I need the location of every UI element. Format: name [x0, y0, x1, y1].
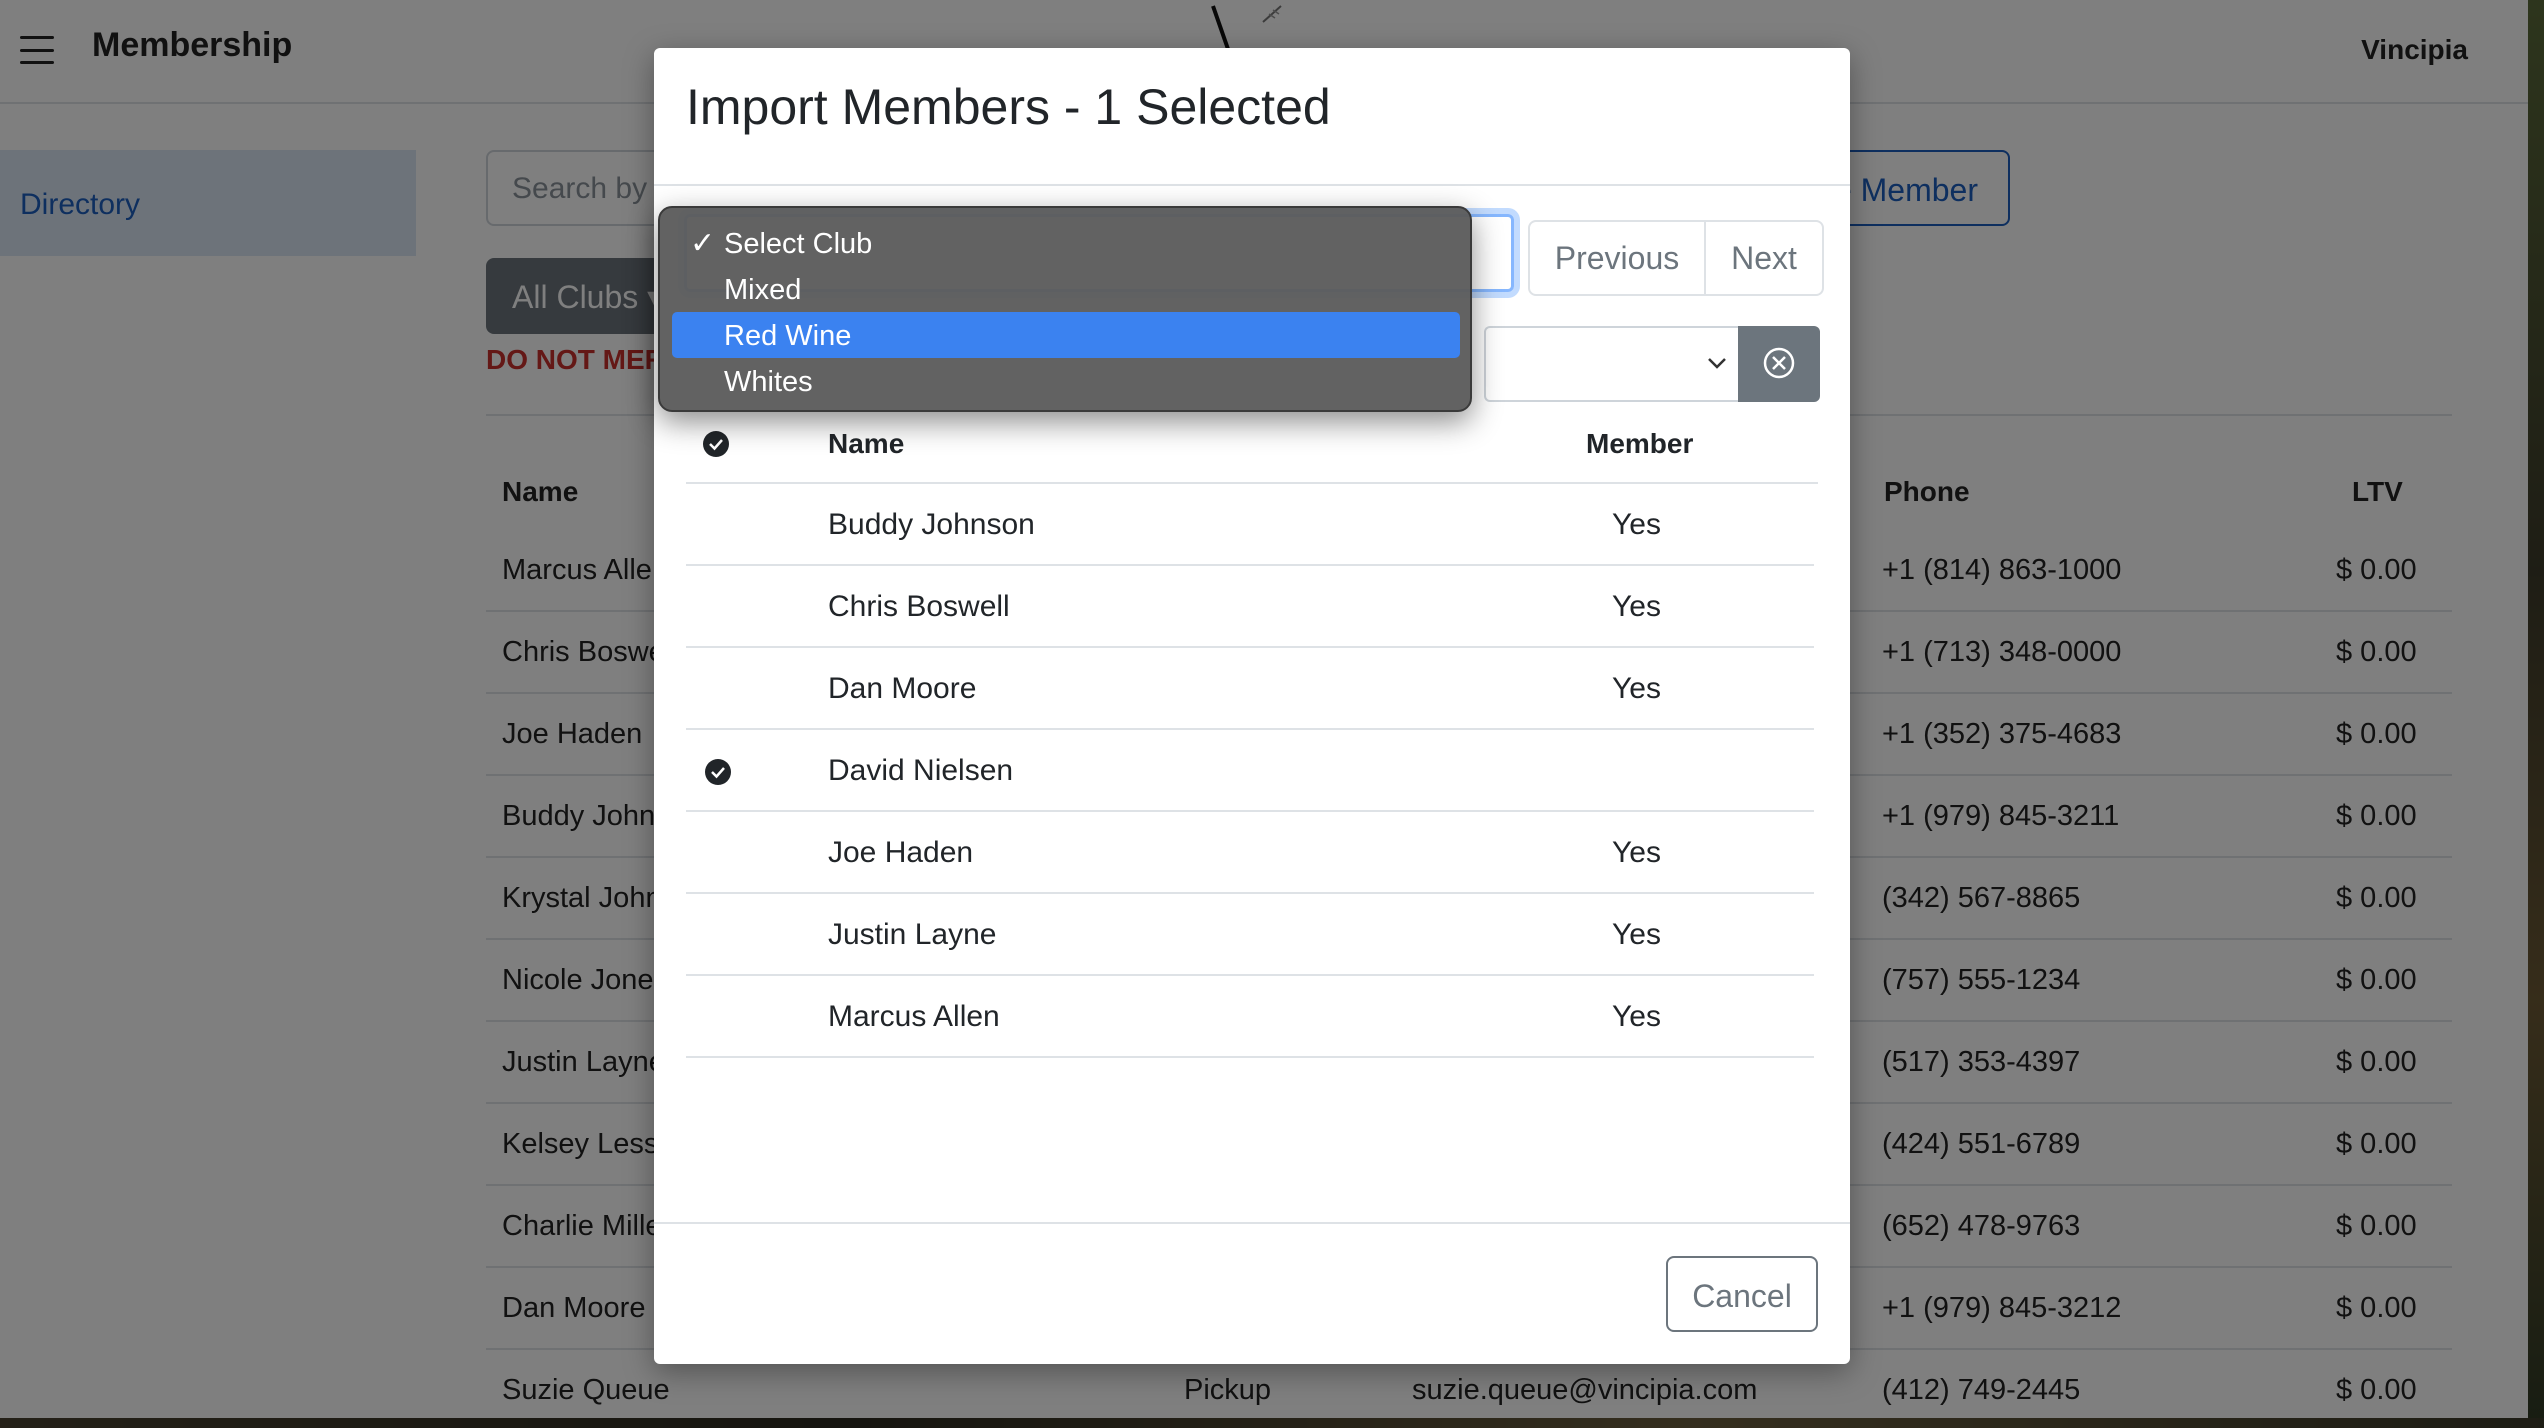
- member-status: Yes: [1612, 590, 1661, 623]
- member-name: Joe Haden: [828, 836, 974, 869]
- clear-circle-x-icon: [1763, 347, 1795, 379]
- list-item[interactable]: Joe Haden Yes: [686, 812, 1814, 894]
- modal-footer-divider: [654, 1222, 1850, 1224]
- dropdown-option-label: Whites: [724, 366, 813, 398]
- list-item[interactable]: Buddy Johnson Yes: [686, 484, 1814, 566]
- list-item[interactable]: David Nielsen: [686, 730, 1814, 812]
- member-status: Yes: [1612, 508, 1661, 541]
- pagination: Previous Next: [1528, 220, 1824, 296]
- dropdown-option[interactable]: ✓ Select Club: [672, 220, 1460, 266]
- dropdown-option[interactable]: Whites: [672, 358, 1460, 404]
- dropdown-option[interactable]: Red Wine: [672, 312, 1460, 358]
- previous-button[interactable]: Previous: [1530, 222, 1706, 294]
- checkmark-icon: ✓: [690, 227, 716, 260]
- dropdown-option-label: Select Club: [724, 228, 873, 260]
- cancel-button[interactable]: Cancel: [1666, 1256, 1818, 1332]
- member-name: David Nielsen: [828, 754, 1014, 787]
- selected-check-icon[interactable]: [704, 758, 732, 786]
- member-status: Yes: [1612, 1000, 1661, 1033]
- modal-column-header-member[interactable]: Member: [1586, 428, 1693, 460]
- dropdown-option-label: Mixed: [724, 274, 802, 306]
- list-item[interactable]: Dan Moore Yes: [686, 648, 1814, 730]
- chevron-down-icon: [1708, 358, 1726, 369]
- clear-filter-button[interactable]: [1738, 326, 1820, 402]
- list-item[interactable]: Marcus Allen Yes: [686, 976, 1814, 1058]
- filter-select[interactable]: [1484, 326, 1754, 402]
- member-status: Yes: [1612, 672, 1661, 705]
- next-button[interactable]: Next: [1706, 222, 1822, 294]
- member-name: Chris Boswell: [828, 590, 1010, 623]
- modal-title: Import Members - 1 Selected: [686, 79, 1331, 135]
- modal-column-header-name[interactable]: Name: [828, 428, 904, 460]
- modal-header-divider: [654, 184, 1850, 186]
- list-item[interactable]: Chris Boswell Yes: [686, 566, 1814, 648]
- list-item[interactable]: Justin Layne Yes: [686, 894, 1814, 976]
- cancel-label: Cancel: [1692, 1278, 1792, 1314]
- club-dropdown-menu: ✓ Select Club Mixed Red Wine Whites: [658, 206, 1472, 412]
- member-name: Dan Moore: [828, 672, 977, 705]
- dropdown-option[interactable]: Mixed: [672, 266, 1460, 312]
- select-all-checkbox-icon[interactable]: [702, 430, 730, 458]
- member-name: Marcus Allen: [828, 1000, 1000, 1033]
- dropdown-option-label: Red Wine: [724, 320, 852, 352]
- member-name: Buddy Johnson: [828, 508, 1035, 541]
- member-status: Yes: [1612, 836, 1661, 869]
- member-status: Yes: [1612, 918, 1661, 951]
- member-name: Justin Layne: [828, 918, 997, 951]
